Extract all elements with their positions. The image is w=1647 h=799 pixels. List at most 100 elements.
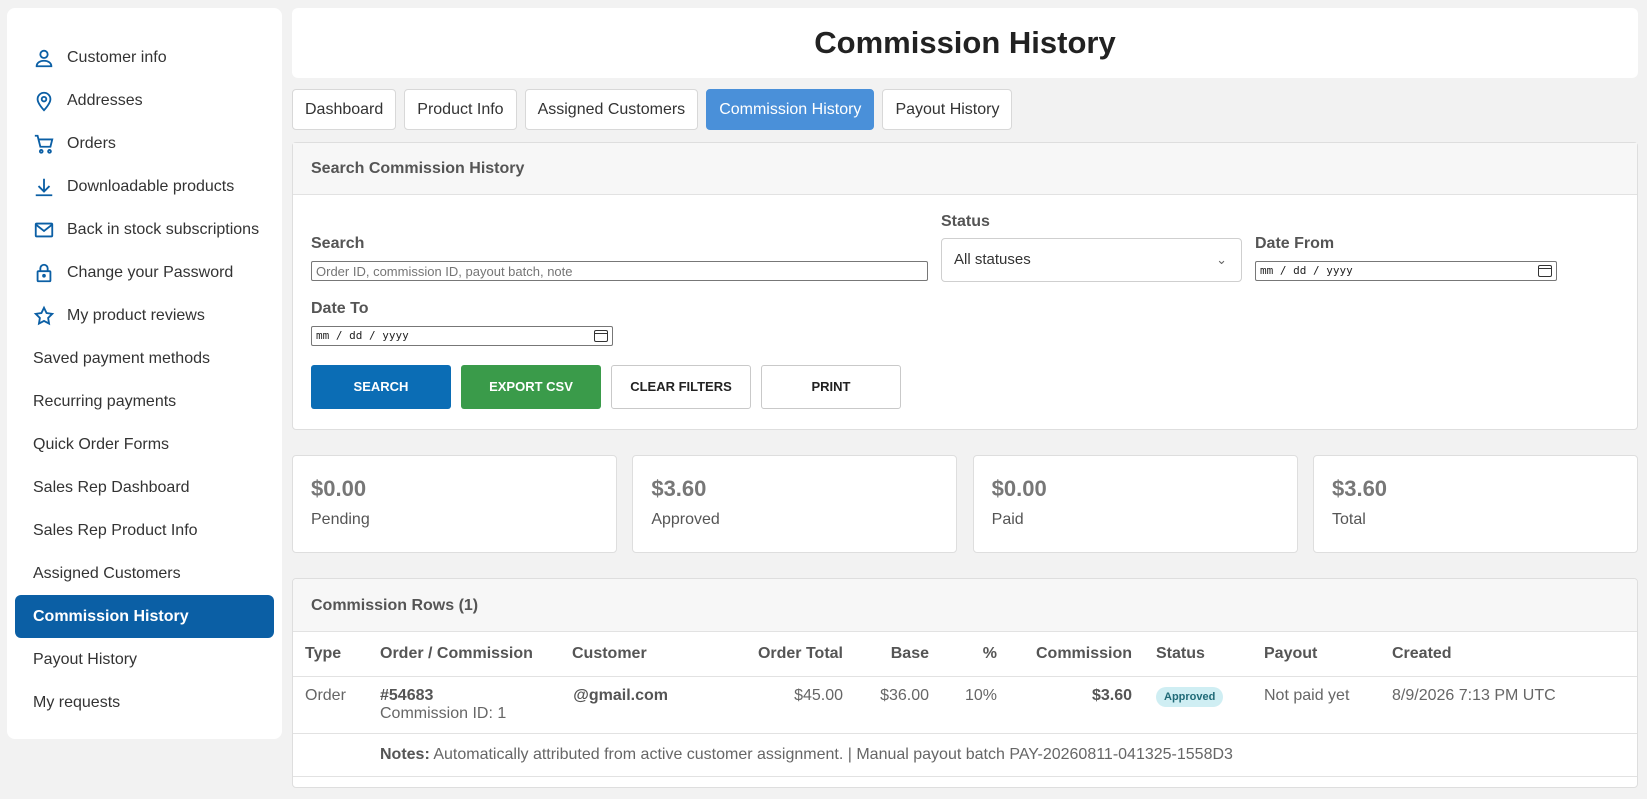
sidebar-item-downloadable-products[interactable]: Downloadable products (15, 165, 274, 208)
date-to-input[interactable]: mm / dd / yyyy (311, 326, 613, 346)
sidebar-item-label: My requests (33, 693, 121, 711)
date-from-value: mm / dd / yyyy (1260, 264, 1353, 277)
date-to-label: Date To (311, 300, 369, 317)
sidebar-item-label: Sales Rep Product Info (33, 521, 198, 539)
commission-table: Type Order / Commission Customer Order T… (293, 632, 1637, 777)
cell-percent: 10% (941, 676, 1009, 734)
sidebar-item-addresses[interactable]: Addresses (15, 79, 274, 122)
search-panel: Search Commission History Search Status … (292, 142, 1638, 430)
summary-label: Total (1331, 511, 1366, 528)
sidebar-item-commission-history[interactable]: Commission History (15, 595, 274, 638)
commission-rows-heading: Commission Rows (1) (293, 579, 1637, 632)
notes-label: Notes: (380, 745, 430, 763)
column-header: Created (1380, 632, 1637, 677)
sidebar-item-label: Back in stock subscriptions (67, 220, 260, 238)
cell-order: #54683 Commission ID: 1 (368, 676, 560, 734)
sidebar-item-change-password[interactable]: Change your Password (15, 251, 274, 294)
sidebar-item-back-in-stock[interactable]: Back in stock subscriptions (15, 208, 274, 251)
cell-created: 8/9/2026 7:13 PM UTC (1380, 676, 1637, 734)
summary-amount: $3.60 (1331, 476, 1388, 501)
column-header: Status (1144, 632, 1252, 677)
sidebar-item-product-reviews[interactable]: My product reviews (15, 294, 274, 337)
sidebar-item-quick-order-forms[interactable]: Quick Order Forms (15, 423, 274, 466)
notes-cell: Notes: Automatically attributed from act… (368, 733, 1637, 777)
summary-amount: $0.00 (311, 476, 367, 501)
date-to-value: mm / dd / yyyy (316, 329, 409, 342)
sidebar-item-label: My product reviews (67, 306, 205, 324)
notes-text: Automatically attributed from active cus… (433, 745, 1233, 763)
calendar-icon[interactable] (594, 330, 608, 342)
status-select[interactable]: All statuses ⌄ (941, 238, 1242, 282)
table-header-row: Type Order / Commission Customer Order T… (293, 632, 1637, 677)
tab-dashboard[interactable]: Dashboard (292, 89, 397, 130)
sidebar-item-label: Orders (67, 134, 116, 152)
download-icon (33, 176, 55, 198)
sidebar-item-recurring-payments[interactable]: Recurring payments (15, 380, 274, 423)
map-pin-icon (33, 90, 55, 112)
sidebar-item-assigned-customers[interactable]: Assigned Customers (15, 552, 274, 595)
commission-rows-panel: Commission Rows (1) Type Order / Commiss… (292, 578, 1638, 788)
summary-label: Approved (651, 511, 720, 528)
table-row: Order #54683 Commission ID: 1 @gmail.com… (293, 676, 1637, 734)
customer-email: @gmail.com (573, 686, 668, 704)
sidebar-item-label: Sales Rep Dashboard (33, 478, 190, 496)
sidebar-item-saved-payment-methods[interactable]: Saved payment methods (15, 337, 274, 380)
tab-payout-history[interactable]: Payout History (882, 89, 1013, 130)
cell-status: Approved (1144, 676, 1252, 734)
tab-product-info[interactable]: Product Info (404, 89, 517, 130)
sidebar-item-my-requests[interactable]: My requests (15, 681, 274, 724)
summary-card-pending: $0.00 Pending (292, 455, 617, 553)
cell-commission: $3.60 (1009, 676, 1144, 734)
mail-icon (33, 219, 55, 241)
sidebar-item-label: Quick Order Forms (33, 435, 170, 453)
summary-label: Pending (311, 511, 370, 528)
page-title-box: Commission History (292, 8, 1638, 78)
chevron-down-icon: ⌄ (1216, 252, 1227, 267)
summary-amount: $3.60 (651, 476, 707, 501)
date-from-input[interactable]: mm / dd / yyyy (1255, 261, 1557, 281)
sidebar-item-label: Change your Password (67, 263, 234, 281)
sidebar-item-label: Assigned Customers (33, 564, 181, 582)
sidebar-item-label: Payout History (33, 650, 138, 668)
tab-assigned-customers[interactable]: Assigned Customers (524, 89, 699, 130)
clear-filters-button[interactable]: CLEAR FILTERS (611, 365, 751, 409)
summary-label: Paid (991, 511, 1024, 528)
account-sidebar: Customer info Addresses Orders Downloada… (7, 8, 282, 739)
column-header: Order Total (680, 632, 855, 677)
export-csv-button[interactable]: EXPORT CSV (461, 365, 601, 409)
summary-cards: $0.00 Pending $3.60 Approved $0.00 Paid … (292, 455, 1638, 553)
search-input[interactable] (311, 261, 928, 281)
column-header: Commission (1009, 632, 1144, 677)
status-badge: Approved (1156, 686, 1224, 707)
cart-icon (33, 133, 55, 155)
search-panel-heading: Search Commission History (293, 143, 1637, 195)
sidebar-item-label: Commission History (33, 607, 189, 625)
column-header: Order / Commission (368, 632, 560, 677)
status-label: Status (941, 213, 990, 230)
sidebar-item-label: Downloadable products (67, 177, 235, 195)
column-header: Payout (1252, 632, 1380, 677)
cell-base: $36.00 (855, 676, 941, 734)
star-icon (33, 305, 55, 327)
search-label: Search (311, 235, 365, 252)
notes-row: Notes: Automatically attributed from act… (293, 733, 1637, 777)
cell-payout: Not paid yet (1252, 676, 1380, 734)
user-icon (33, 47, 55, 69)
summary-card-approved: $3.60 Approved (632, 455, 958, 553)
commission-id: Commission ID: 1 (380, 704, 507, 722)
search-button[interactable]: SEARCH (311, 365, 451, 409)
calendar-icon[interactable] (1538, 265, 1552, 277)
sidebar-item-customer-info[interactable]: Customer info (15, 36, 274, 79)
cell-order-total: $45.00 (680, 676, 855, 734)
column-header: % (941, 632, 1009, 677)
sidebar-item-sales-rep-product-info[interactable]: Sales Rep Product Info (15, 509, 274, 552)
tab-commission-history[interactable]: Commission History (706, 89, 875, 130)
print-button[interactable]: PRINT (761, 365, 901, 409)
column-header: Customer (560, 632, 680, 677)
sidebar-item-orders[interactable]: Orders (15, 122, 274, 165)
order-number-link[interactable]: #54683 (380, 687, 548, 705)
sidebar-item-sales-rep-dashboard[interactable]: Sales Rep Dashboard (15, 466, 274, 509)
sidebar-item-label: Recurring payments (33, 392, 177, 410)
lock-icon (33, 262, 55, 284)
sidebar-item-payout-history[interactable]: Payout History (15, 638, 274, 681)
